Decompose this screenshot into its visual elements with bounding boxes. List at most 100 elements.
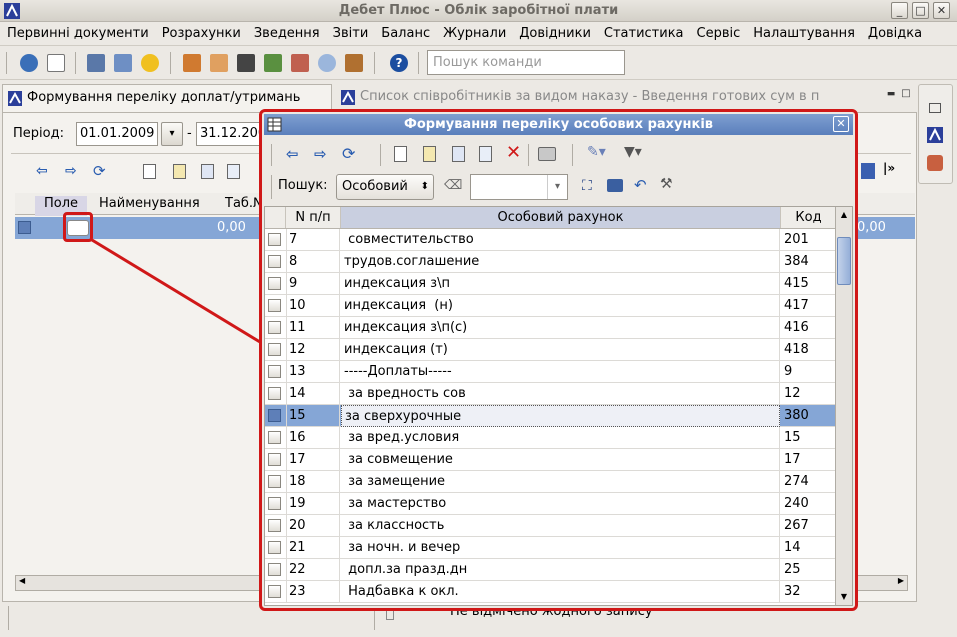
row-num: 10: [286, 295, 340, 317]
row-num: 18: [286, 471, 340, 493]
row-code: 380: [784, 408, 809, 423]
binoculars-icon[interactable]: ⛶: [582, 178, 592, 194]
column-num[interactable]: N п/п: [286, 207, 341, 228]
row-checkbox[interactable]: [268, 431, 281, 444]
preview-icon[interactable]: [479, 146, 492, 162]
row-code: 417: [784, 298, 809, 313]
row-checkbox[interactable]: [268, 299, 281, 312]
table-row[interactable]: 12 индексация (т) 418: [265, 339, 836, 361]
table-row[interactable]: 14 за вредность сов 12: [265, 383, 836, 405]
table-row[interactable]: 18 за замещение 274: [265, 471, 836, 493]
row-code: 418: [784, 342, 809, 357]
row-checkbox[interactable]: [268, 277, 281, 290]
scroll-thumb[interactable]: [837, 237, 851, 285]
list-icon[interactable]: [607, 179, 623, 192]
filter-icon[interactable]: ▼▾: [624, 144, 642, 160]
table-row[interactable]: 19 за мастерство 240: [265, 493, 836, 515]
row-account-name: допл.за празд.дн: [341, 559, 780, 581]
row-checkbox[interactable]: [268, 497, 281, 510]
row-account-name: за классность: [341, 515, 780, 537]
row-account-name: за сверхурочные: [341, 405, 780, 427]
table-row[interactable]: 15 за сверхурочные 380: [265, 405, 836, 427]
row-code: 384: [784, 254, 809, 269]
undo-icon[interactable]: ↶: [634, 176, 647, 194]
table-row[interactable]: 10 индексация (н) 417: [265, 295, 836, 317]
delete-icon[interactable]: ✕: [506, 142, 521, 163]
row-account-name: за вред.условия: [341, 427, 780, 449]
row-checkbox[interactable]: [268, 255, 281, 268]
scroll-up-icon[interactable]: ▲: [837, 208, 851, 222]
row-checkbox[interactable]: [268, 387, 281, 400]
row-account-name: индексация з\п(с): [341, 317, 780, 339]
row-num: 17: [286, 449, 340, 471]
back-arrow-icon[interactable]: ⇦: [286, 145, 299, 163]
row-account-name: за замещение: [341, 471, 780, 493]
table-row[interactable]: 9 индексация з\п 415: [265, 273, 836, 295]
row-code: 12: [784, 386, 801, 401]
scroll-down-icon[interactable]: ▼: [837, 590, 851, 604]
column-account[interactable]: Особовий рахунок: [341, 207, 781, 228]
column-code[interactable]: Код: [781, 207, 836, 228]
row-num: 13: [286, 361, 340, 383]
row-checkbox[interactable]: [268, 475, 281, 488]
table-row[interactable]: 23 Надбавка к окл. 32: [265, 581, 836, 603]
row-checkbox[interactable]: [268, 585, 281, 598]
row-account-name: индексация з\п: [341, 273, 780, 295]
search-label: Пошук:: [278, 178, 328, 193]
search-mode-select[interactable]: Особовий ⬍: [336, 174, 434, 200]
refresh-icon[interactable]: ⟳: [342, 144, 355, 163]
forward-arrow-icon[interactable]: ⇨: [314, 145, 327, 163]
row-checkbox[interactable]: [268, 321, 281, 334]
row-checkbox[interactable]: [268, 519, 281, 532]
search-value-input[interactable]: ▾: [470, 174, 568, 200]
row-code: 15: [784, 430, 801, 445]
dialog-search-bar: Пошук: Особовий ⬍ ⌫ ▾ ⛶ ↶ ⚒: [264, 172, 853, 202]
row-code: 274: [784, 474, 809, 489]
table-row[interactable]: 20 за классность 267: [265, 515, 836, 537]
print-icon[interactable]: [538, 147, 556, 161]
table-row[interactable]: 11 индексация з\п(с) 416: [265, 317, 836, 339]
row-checkbox[interactable]: [268, 563, 281, 576]
eraser-icon[interactable]: ⌫: [444, 178, 462, 193]
table-row[interactable]: 8 трудов.соглашение 384: [265, 251, 836, 273]
hammer-icon[interactable]: ⚒: [660, 176, 673, 192]
row-num: 22: [286, 559, 340, 581]
table-row[interactable]: 7 совместительство 201: [265, 229, 836, 251]
edit-document-icon[interactable]: [423, 146, 436, 162]
row-code: 25: [784, 562, 801, 577]
row-checkbox[interactable]: [268, 453, 281, 466]
grid-header: N п/п Особовий рахунок Код: [265, 207, 836, 229]
row-account-name: за совмещение: [341, 449, 780, 471]
search-mode-value: Особовий: [342, 179, 408, 194]
table-row[interactable]: 17 за совмещение 17: [265, 449, 836, 471]
dialog-close-button[interactable]: ✕: [833, 116, 849, 132]
table-row[interactable]: 13 -----Доплаты----- 9: [265, 361, 836, 383]
row-code: 9: [784, 364, 793, 379]
dialog-title-bar: Формування переліку особових рахунків ✕: [264, 114, 853, 135]
table-edit-icon: [267, 117, 282, 132]
vertical-scrollbar[interactable]: ▲ ▼: [835, 207, 852, 605]
wand-icon[interactable]: ✎▾: [587, 144, 606, 160]
table-row[interactable]: 21 за ночн. и вечер 14: [265, 537, 836, 559]
row-account-name: Надбавка к окл.: [341, 581, 780, 603]
copy-icon[interactable]: [452, 146, 465, 162]
row-checkbox[interactable]: [268, 541, 281, 554]
row-code: 17: [784, 452, 801, 467]
table-row[interactable]: 22 допл.за празд.дн 25: [265, 559, 836, 581]
row-num: 23: [286, 581, 340, 603]
accounts-dialog: Формування переліку особових рахунків ✕ …: [259, 109, 858, 611]
new-document-icon[interactable]: [394, 146, 407, 162]
row-account-name: за вредность сов: [341, 383, 780, 405]
row-checkbox[interactable]: [268, 365, 281, 378]
chevron-down-icon[interactable]: ▾: [547, 175, 567, 199]
table-row[interactable]: 16 за вред.условия 15: [265, 427, 836, 449]
row-account-name: индексация (н): [341, 295, 780, 317]
row-checkbox[interactable]: [268, 409, 281, 422]
row-num: 16: [286, 427, 340, 449]
row-account-name: за мастерство: [341, 493, 780, 515]
row-code: 240: [784, 496, 809, 511]
row-code: 32: [784, 584, 801, 599]
row-checkbox[interactable]: [268, 343, 281, 356]
row-checkbox[interactable]: [268, 233, 281, 246]
row-num: 14: [286, 383, 340, 405]
